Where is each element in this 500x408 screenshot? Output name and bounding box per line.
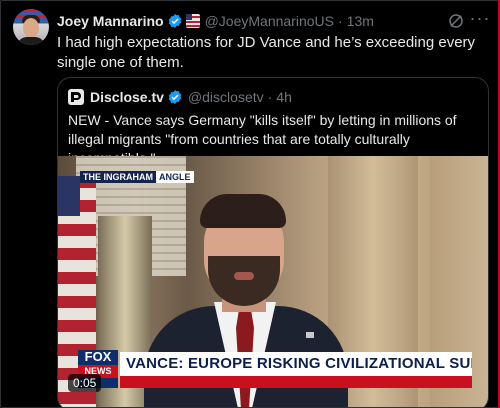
author-handle[interactable]: @JoeyMannarinoUS <box>205 13 334 29</box>
quoted-tweet[interactable]: Disclose.tv @disclosetv · 4h NEW - Vance… <box>57 77 489 407</box>
speaker-beard <box>208 256 280 306</box>
show-tag-subtitle: ANGLE <box>156 171 194 183</box>
tweet-card[interactable]: Joey Mannarino @JoeyMannarinoUS · 13m ··… <box>0 0 500 408</box>
more-options-icon[interactable]: ··· <box>469 9 491 30</box>
logo-top: FOX <box>84 349 112 364</box>
speaker-hair <box>200 194 286 228</box>
disclose-logo-icon <box>68 89 84 105</box>
timestamp[interactable]: 13m <box>347 13 374 29</box>
speaker-mouth <box>234 272 254 280</box>
chyron-headline: VANCE: EUROPE RISKING CIVILIZATIONAL SUI… <box>120 352 472 376</box>
quoted-author-name[interactable]: Disclose.tv <box>90 89 164 105</box>
affiliate-flag-icon <box>185 14 200 28</box>
verified-badge-icon <box>168 14 181 28</box>
separator: · <box>267 89 273 105</box>
video-player[interactable]: THE INGRAHAM ANGLE FOX NEWS VANCE: EUROP… <box>58 156 488 407</box>
quoted-header: Disclose.tv @disclosetv · 4h <box>68 88 292 106</box>
video-duration: 0:05 <box>68 374 102 392</box>
author-name[interactable]: Joey Mannarino <box>57 13 164 29</box>
quoted-timestamp[interactable]: 4h <box>276 89 292 105</box>
show-tag: THE INGRAHAM ANGLE <box>80 170 194 184</box>
verified-badge-icon <box>168 90 182 104</box>
lapel-pin <box>306 332 314 338</box>
us-flag-canton <box>58 176 80 216</box>
tweet-text: I had high expectations for JD Vance and… <box>57 34 476 71</box>
chyron-ticker <box>120 376 472 388</box>
chyron: FOX NEWS VANCE: EUROPE RISKING CIVILIZAT… <box>78 349 472 388</box>
quoted-handle[interactable]: @disclosetv <box>188 89 264 105</box>
avatar[interactable] <box>13 9 49 45</box>
tweet-header: Joey Mannarino @JoeyMannarinoUS · 13m <box>57 12 374 30</box>
show-tag-title: THE INGRAHAM <box>80 171 156 183</box>
separator: · <box>337 13 343 29</box>
grok-icon[interactable] <box>447 12 465 30</box>
